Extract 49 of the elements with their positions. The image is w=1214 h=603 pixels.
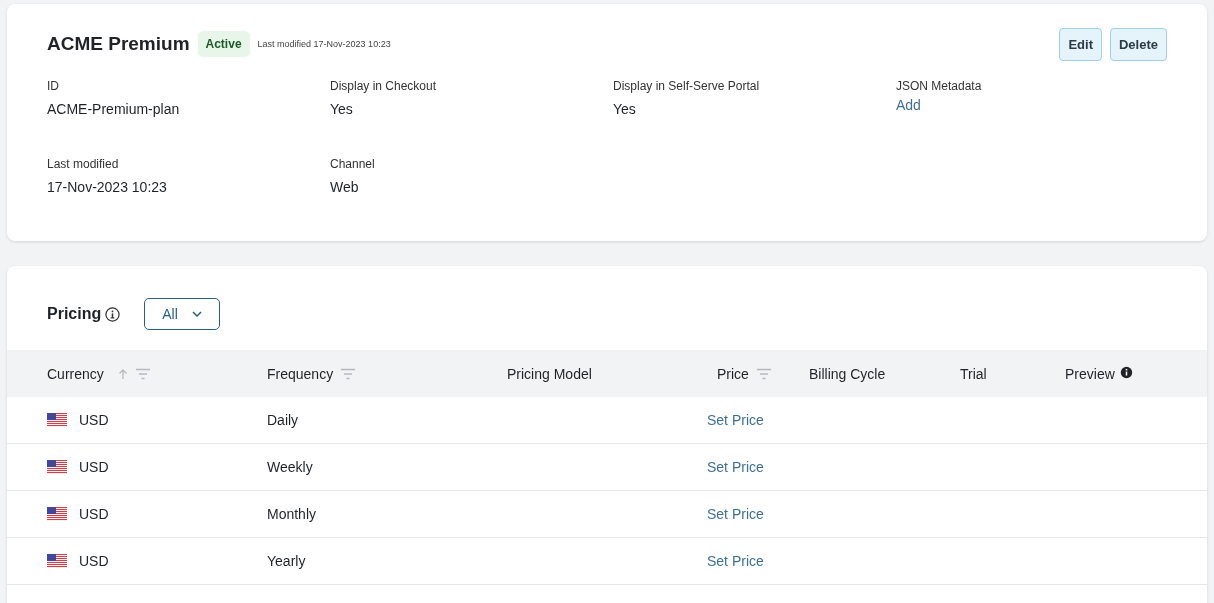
flag-icon [47,554,67,568]
frequency-cell: Weekly [267,459,313,475]
column-header: Price [717,365,749,382]
plan-title: ACME Premium [47,33,190,55]
column-header: Frequency [267,365,334,382]
field-value: 17-Nov-2023 10:23 [47,179,168,195]
flag-icon [47,507,67,521]
filter-icon[interactable] [135,367,150,380]
currency-cell: USD [79,412,109,428]
filter-icon[interactable] [756,367,771,380]
field-label: Display in Checkout [330,79,438,93]
currency-cell: USD [79,553,109,569]
flag-icon [47,413,67,427]
info-icon[interactable] [1119,365,1133,379]
frequency-cell: Yearly [267,553,306,569]
info-icon[interactable] [105,306,121,322]
chevron-down-icon [191,311,202,317]
flag-icon [47,460,67,474]
set-price-link[interactable]: Set Price [707,412,764,428]
sort-arrow-icon[interactable] [117,367,128,380]
column-header: Preview [1065,365,1115,382]
field-label: Last modified [47,157,120,171]
field-value: Yes [330,101,354,117]
set-price-link[interactable]: Set Price [707,506,764,522]
field-value: ACME-Premium-plan [47,101,181,117]
currency-cell: USD [79,506,109,522]
set-price-link[interactable]: Set Price [707,459,764,475]
field-label: Display in Self-Serve Portal [613,79,761,93]
add-link[interactable]: Add [896,97,921,113]
section-title: Pricing [47,305,102,323]
frequency-cell: Monthly [267,506,317,522]
set-price-link[interactable]: Set Price [707,553,764,569]
column-header: Trial [960,365,987,382]
column-header: Pricing Model [507,365,592,382]
modified-note: Last modified 17-Nov-2023 10:23 [257,39,391,49]
currency-cell: USD [79,459,109,475]
frequency-cell: Daily [267,412,299,428]
column-header: Currency [47,365,104,382]
field-label: JSON Metadata [896,79,983,93]
status-badge: Active [197,31,250,57]
edit-button[interactable]: Edit [1059,28,1102,61]
field-label: ID [47,79,60,93]
field-value: Web [330,179,360,195]
filter-icon[interactable] [341,367,356,380]
field-value: Yes [613,101,637,117]
delete-button[interactable]: Delete [1109,28,1167,61]
column-header: Billing Cycle [809,365,886,382]
filter-dropdown[interactable]: All [144,298,220,330]
field-label: Channel [330,157,376,171]
